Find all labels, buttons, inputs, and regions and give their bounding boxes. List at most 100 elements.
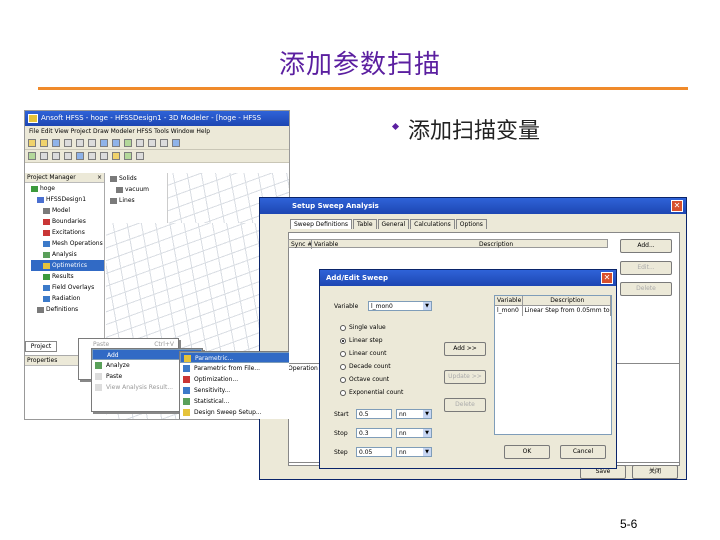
workspace: Project Manager × hoge HFSSDesign1 Model… [25, 173, 289, 419]
column-variable: Variable [497, 296, 523, 305]
tree-item[interactable]: Boundaries [31, 216, 104, 227]
results-icon [43, 273, 50, 280]
save-icon[interactable] [52, 139, 60, 147]
parametric-icon [184, 355, 191, 362]
add-edit-titlebar: Add/Edit Sweep ✕ [320, 270, 616, 286]
menu-item-sensitivity[interactable]: Sensitivity... [180, 385, 289, 396]
start-input[interactable]: 0.5 [356, 409, 392, 419]
excitation-icon [43, 229, 50, 236]
results-icon[interactable] [136, 152, 144, 160]
table-row[interactable]: l_mon0 Linear Step from 0.05mm to 0 [495, 306, 611, 316]
tree-item[interactable]: Definitions [31, 304, 104, 315]
zoom-icon[interactable] [160, 139, 168, 147]
tree-item[interactable]: Analysis [31, 249, 104, 260]
chevron-down-icon[interactable]: ▼ [423, 302, 431, 310]
tab-sweep-definitions[interactable]: Sweep Definitions [290, 219, 352, 229]
menu-bar[interactable]: File Edit View Project Draw Modeler HFSS… [25, 126, 289, 137]
view-result-icon [95, 384, 102, 391]
pan-icon[interactable] [136, 139, 144, 147]
toolbar-1 [25, 137, 289, 150]
draw-box-icon[interactable] [40, 152, 48, 160]
tree-item[interactable]: Results [31, 271, 104, 282]
edit-button[interactable]: Edit... [620, 261, 672, 275]
sweep-table-header: Sync # Variable Description [288, 239, 608, 249]
close-button[interactable]: 关闭 [632, 465, 678, 479]
tree-item[interactable]: Excitations [31, 227, 104, 238]
rotate-icon[interactable] [148, 139, 156, 147]
tree-item[interactable]: Model [31, 205, 104, 216]
design-icon [37, 196, 44, 203]
tree-item-selected[interactable]: Optimetrics [31, 260, 104, 271]
stop-unit-select[interactable]: nn ▼ [396, 428, 432, 438]
radio-icon [340, 363, 346, 370]
draw-cylinder-icon[interactable] [52, 152, 60, 160]
add-button[interactable]: Add... [620, 239, 672, 253]
start-unit-select[interactable]: nn ▼ [396, 409, 432, 419]
draw-sphere-icon[interactable] [64, 152, 72, 160]
history-item[interactable]: Solids [110, 173, 167, 184]
radio-exponential-count[interactable]: Exponential count [340, 389, 403, 396]
model-icon [43, 207, 50, 214]
cancel-button[interactable]: Cancel [560, 445, 606, 459]
analyze-icon[interactable] [124, 152, 132, 160]
tab-calculations[interactable]: Calculations [410, 219, 455, 229]
column-sync: Sync # [291, 241, 313, 248]
radio-linear-step[interactable]: Linear step [340, 337, 383, 344]
fit-icon[interactable] [172, 139, 180, 147]
ok-button[interactable]: OK [504, 445, 550, 459]
radio-single-value[interactable]: Single value [340, 324, 386, 331]
tree-item[interactable]: HFSSDesign1 [31, 194, 104, 205]
sweep-table-header: Variable Description [495, 296, 611, 306]
update-sweep-button[interactable]: Update >> [444, 370, 486, 384]
close-icon[interactable]: ✕ [671, 200, 683, 212]
operation-header: Operation [288, 365, 318, 372]
new-icon[interactable] [28, 139, 36, 147]
tab-options[interactable]: Options [455, 219, 487, 229]
cut-icon[interactable] [64, 139, 72, 147]
select-icon[interactable] [124, 139, 132, 147]
unite-icon[interactable] [76, 152, 84, 160]
step-input[interactable]: 0.05 [356, 447, 392, 457]
radio-octave-count[interactable]: Octave count [340, 376, 389, 383]
tree-item[interactable]: Mesh Operations [31, 238, 104, 249]
delete-sweep-button[interactable]: Delete [444, 398, 486, 412]
paste-icon[interactable] [88, 139, 96, 147]
delete-button[interactable]: Delete [620, 282, 672, 296]
radio-linear-count[interactable]: Linear count [340, 350, 386, 357]
validate-icon[interactable] [112, 152, 120, 160]
menu-item-parametric[interactable]: Parametric... [180, 352, 289, 363]
radio-selected-icon [340, 337, 346, 344]
tab-project[interactable]: Project [25, 341, 57, 352]
history-item[interactable]: Lines [110, 195, 167, 206]
radio-icon [340, 376, 346, 383]
field-icon [43, 284, 50, 291]
step-unit-select[interactable]: nn ▼ [396, 447, 432, 457]
menu-item-parametric-from-file[interactable]: Parametric from File... [180, 363, 289, 374]
open-icon[interactable] [40, 139, 48, 147]
history-item[interactable]: vacuum [110, 184, 167, 195]
close-icon[interactable]: × [97, 174, 102, 181]
menu-item-optimization[interactable]: Optimization... [180, 374, 289, 385]
draw-line-icon[interactable] [28, 152, 36, 160]
radio-decade-count[interactable]: Decade count [340, 363, 391, 370]
close-icon[interactable]: ✕ [601, 272, 613, 284]
tree-item[interactable]: hoge [31, 183, 104, 194]
stop-input[interactable]: 0.3 [356, 428, 392, 438]
tab-general[interactable]: General [377, 219, 410, 229]
stop-label: Stop [334, 430, 348, 437]
add-sweep-button[interactable]: Add >> [444, 342, 486, 356]
tree-item[interactable]: Radiation [31, 293, 104, 304]
variable-select[interactable]: l_mon0 ▼ [368, 301, 432, 311]
toolbar-2 [25, 150, 289, 163]
menu-item-statistical[interactable]: Statistical... [180, 396, 289, 407]
intersect-icon[interactable] [100, 152, 108, 160]
undo-icon[interactable] [100, 139, 108, 147]
redo-icon[interactable] [112, 139, 120, 147]
copy-icon[interactable] [76, 139, 84, 147]
app-icon [28, 114, 38, 123]
tree-item[interactable]: Field Overlays [31, 282, 104, 293]
menu-item-design-sweep-setup[interactable]: Design Sweep Setup... [180, 407, 289, 418]
sensitivity-icon [183, 387, 190, 394]
tab-table[interactable]: Table [353, 219, 377, 229]
subtract-icon[interactable] [88, 152, 96, 160]
